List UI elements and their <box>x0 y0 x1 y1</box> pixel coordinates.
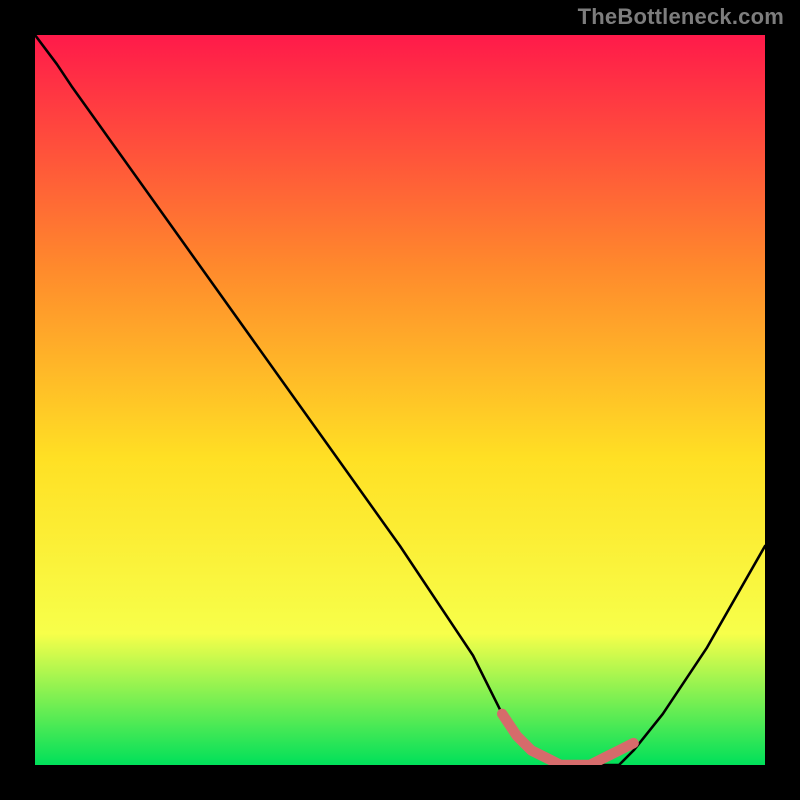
bottleneck-chart <box>35 35 765 765</box>
chart-frame: TheBottleneck.com <box>0 0 800 800</box>
watermark-text: TheBottleneck.com <box>578 4 784 30</box>
gradient-background <box>35 35 765 765</box>
